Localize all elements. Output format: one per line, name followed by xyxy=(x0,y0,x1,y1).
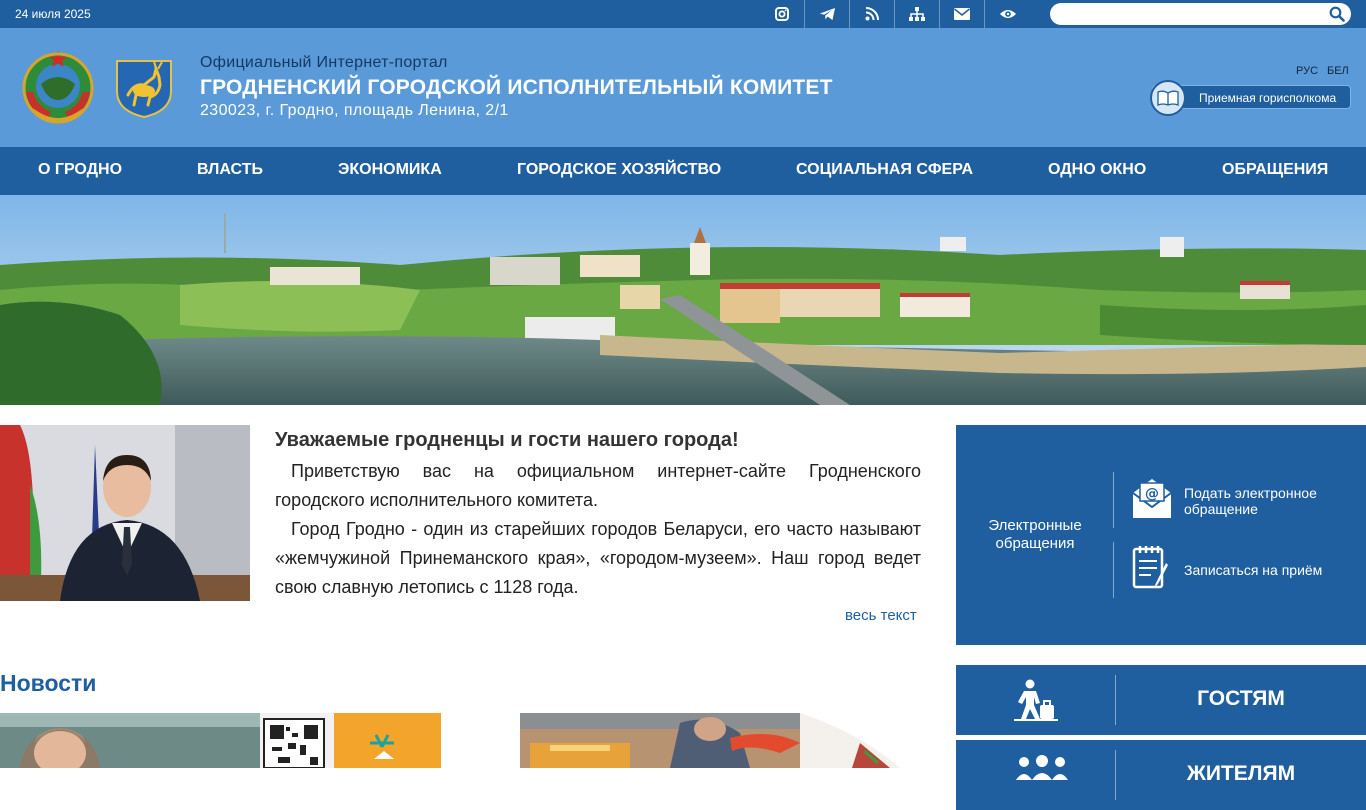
citizens-label: ЖИТЕЛЯМ xyxy=(1186,762,1296,785)
appointment-label: Записаться на приём xyxy=(1184,561,1323,578)
svg-text:@: @ xyxy=(1145,486,1159,502)
read-full-text-link[interactable]: весь текст xyxy=(845,607,917,624)
tourist-icon xyxy=(1014,679,1058,726)
nav-item-authority[interactable]: ВЛАСТЬ xyxy=(197,161,263,179)
news-card-image[interactable] xyxy=(0,713,441,768)
current-date: 24 июля 2025 xyxy=(15,7,91,21)
site-header: Официальный Интернет-портал ГРОДНЕНСКИЙ … xyxy=(0,28,1366,147)
people-group-icon xyxy=(1014,754,1070,789)
electronic-appeals-panel: Электронные обращения @ Подать электронн… xyxy=(956,425,1366,645)
main-navigation: О ГРОДНО ВЛАСТЬ ЭКОНОМИКА ГОРОДСКОЕ ХОЗЯ… xyxy=(0,147,1366,195)
search-icon[interactable] xyxy=(1329,6,1345,27)
nav-item-about-grodno[interactable]: О ГРОДНО xyxy=(38,161,122,179)
divider xyxy=(1113,542,1114,598)
nav-item-appeals[interactable]: ОБРАЩЕНИЯ xyxy=(1222,161,1328,179)
instagram-icon[interactable] xyxy=(760,0,805,28)
rss-icon[interactable] xyxy=(850,0,895,28)
top-bar: 24 июля 2025 xyxy=(0,0,1366,28)
nav-item-one-window[interactable]: ОДНО ОКНО xyxy=(1048,161,1146,179)
news-card-image[interactable] xyxy=(480,713,921,768)
city-panorama-banner xyxy=(0,195,1366,405)
electronic-appeals-title: Электронные обращения xyxy=(988,517,1082,552)
book-icon xyxy=(1150,80,1186,116)
city-coat-of-arms-icon xyxy=(114,55,174,119)
news-heading: Новости xyxy=(0,670,97,696)
reception-button[interactable]: Приемная горисполкома xyxy=(1150,80,1351,116)
telegram-icon[interactable] xyxy=(805,0,850,28)
nav-item-economy[interactable]: ЭКОНОМИКА xyxy=(338,161,442,179)
sitemap-icon[interactable] xyxy=(895,0,940,28)
mail-icon[interactable] xyxy=(940,0,985,28)
submit-appeal-link[interactable]: @ Подать электронное обращение xyxy=(1132,477,1354,524)
citizens-tile[interactable]: ЖИТЕЛЯМ xyxy=(956,740,1366,810)
greeting-paragraph: Приветствую вас на официальном интернет-… xyxy=(275,461,921,510)
submit-appeal-label: Подать электронное обращение xyxy=(1184,484,1317,517)
greeting-text: Приветствую вас на официальном интернет-… xyxy=(275,457,921,602)
nav-item-social-sphere[interactable]: СОЦИАЛЬНАЯ СФЕРА xyxy=(796,161,973,179)
guests-label: ГОСТЯМ xyxy=(1197,687,1285,710)
search-box xyxy=(1050,3,1351,25)
language-be-link[interactable]: БЕЛ xyxy=(1327,65,1349,77)
state-emblem-icon xyxy=(19,48,97,126)
guests-tile[interactable]: ГОСТЯМ xyxy=(956,665,1366,735)
appointment-link[interactable]: Записаться на приём xyxy=(1132,545,1322,594)
clipboard-pen-icon xyxy=(1132,545,1172,594)
search-input[interactable] xyxy=(1062,5,1322,23)
email-letter-icon: @ xyxy=(1132,477,1172,524)
top-icon-bar xyxy=(760,0,1030,28)
language-ru-link[interactable]: РУС xyxy=(1296,65,1318,77)
greeting-title: Уважаемые гродненцы и гости нашего город… xyxy=(275,429,739,451)
greeting-paragraph: Город Гродно - один из старейших городов… xyxy=(275,519,921,597)
divider xyxy=(1113,472,1114,528)
eye-icon[interactable] xyxy=(985,0,1030,28)
portal-label: Официальный Интернет-портал xyxy=(200,54,448,71)
organization-address: 230023, г. Гродно, площадь Ленина, 2/1 xyxy=(200,102,509,119)
reception-label: Приемная горисполкома xyxy=(1199,91,1337,105)
mayor-portrait-image xyxy=(0,425,250,601)
nav-item-city-services[interactable]: ГОРОДСКОЕ ХОЗЯЙСТВО xyxy=(517,161,721,179)
organization-name[interactable]: ГРОДНЕНСКИЙ ГОРОДСКОЙ ИСПОЛНИТЕЛЬНЫЙ КОМ… xyxy=(200,76,833,100)
